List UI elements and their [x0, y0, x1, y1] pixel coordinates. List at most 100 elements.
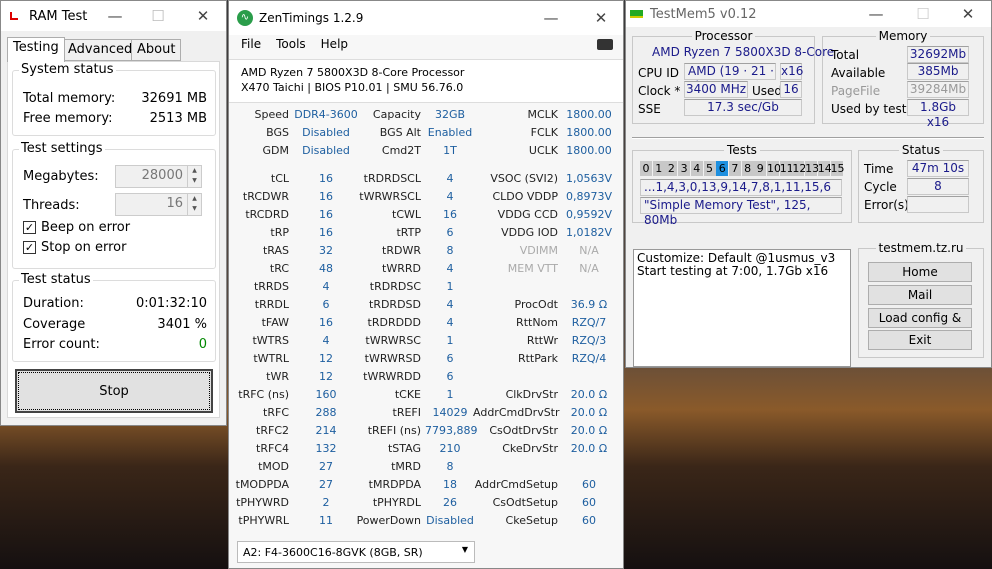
group-title: Processor [691, 29, 756, 43]
timing-value: 4 [446, 262, 454, 275]
timing-value: 6 [446, 352, 454, 365]
threads-input[interactable]: 16 ▲ ▼ [115, 193, 202, 216]
cpu-name: AMD Ryzen 7 5800X3D 8-Core Processor [241, 66, 465, 79]
timing-value: 8 [446, 460, 454, 473]
menu-help[interactable]: Help [321, 37, 348, 51]
checkbox-label: Beep on error [41, 220, 131, 235]
chevron-down-icon: ▼ [461, 545, 468, 554]
timing-label: tPHYWRL [238, 514, 289, 527]
tab-testing[interactable]: Testing [7, 37, 65, 62]
beep-on-error-checkbox[interactable]: ✓ Beep on error [23, 220, 130, 235]
free-memory-label: Free memory: [23, 111, 113, 126]
minimize-button[interactable]: — [93, 1, 137, 31]
group-title: Status [898, 143, 944, 157]
timing-value: 0,9592V [565, 208, 612, 221]
timing-label: tMOD [258, 460, 289, 473]
close-button[interactable]: ✕ [579, 3, 623, 33]
group-title: testmem.tz.ru [875, 241, 967, 255]
timing-value: 16 [443, 208, 457, 221]
sse-label: SSE [638, 102, 661, 116]
timing-label: BGS Alt [379, 126, 421, 139]
time-label: Time [864, 162, 894, 176]
test-number: 15 [830, 161, 845, 176]
timing-label: tCWL [392, 208, 421, 221]
timing-value: 1,0563V [565, 172, 612, 185]
title-bar: RAM Test — ☐ ✕ [1, 1, 226, 31]
separator [632, 137, 984, 139]
timing-label: tMRDPDA [368, 478, 421, 491]
timing-label: tRDRDSC [369, 280, 421, 293]
timing-label: tWRWRSCL [359, 190, 421, 203]
exit-button[interactable]: Exit [868, 330, 972, 350]
timing-value: 4 [446, 190, 454, 203]
spin-arrows-icon[interactable]: ▲ ▼ [187, 166, 201, 187]
tab-advanced[interactable]: Advanced [62, 39, 139, 61]
megabytes-input[interactable]: 28000 ▲ ▼ [115, 165, 202, 188]
timing-label: tWRWRDD [363, 370, 421, 383]
timing-label: tMRD [391, 460, 421, 473]
menu-tools[interactable]: Tools [276, 37, 306, 51]
timing-label: tRCDWR [242, 190, 289, 203]
stop-button[interactable]: Stop [15, 369, 213, 413]
threads-value: x16 [780, 63, 804, 80]
group-title: Test status [19, 272, 93, 287]
timing-value: 1T [443, 144, 457, 157]
test-number: 12 [792, 161, 807, 176]
test-number: 11 [779, 161, 794, 176]
timing-value: 1 [446, 280, 454, 293]
timing-value: 20.0 Ω [570, 388, 608, 401]
log-line: Start testing at 7:00, 1.7Gb x16 [637, 264, 829, 278]
load-config-exit-button[interactable]: Load config & exit [868, 308, 972, 343]
title-bar: TestMem5 v0.12 — ☐ ✕ [626, 1, 991, 27]
timing-value: N/A [579, 244, 599, 257]
timing-value: 1800.00 [566, 108, 612, 121]
timing-label: PowerDown [356, 514, 421, 527]
maximize-button[interactable]: ☐ [901, 0, 945, 29]
timing-value: 18 [443, 478, 457, 491]
board-info: X470 Taichi | BIOS P10.01 | SMU 56.76.0 [241, 81, 464, 94]
timing-label: VDIMM [519, 244, 558, 257]
timing-value: 36.9 Ω [570, 298, 608, 311]
timing-label: tWTRS [252, 334, 289, 347]
screenshot-camera-icon[interactable] [597, 39, 613, 50]
tab-about[interactable]: About [131, 39, 182, 61]
timing-value: 20.0 Ω [570, 406, 608, 419]
minimize-button[interactable]: — [854, 0, 898, 29]
timing-label: FCLK [530, 126, 558, 139]
timing-value: 14029 [432, 406, 468, 419]
timing-label: tPHYWRD [236, 496, 289, 509]
timing-label: tRC [269, 262, 289, 275]
timing-value: RZQ/7 [571, 316, 607, 329]
test-number: 2 [665, 161, 678, 176]
close-button[interactable]: ✕ [946, 0, 990, 29]
timing-value: 20.0 Ω [570, 442, 608, 455]
test-number: 0 [640, 161, 652, 176]
timing-label: tRDRDSCL [363, 172, 421, 185]
dimm-select[interactable]: A2: F4-3600C16-8GVK (8GB, SR) ▼ [237, 541, 475, 563]
minimize-button[interactable]: — [529, 3, 573, 33]
test-number: 13 [805, 161, 820, 176]
zentimings-logo-icon: ∿ [237, 10, 253, 26]
test-number: 7 [728, 161, 741, 176]
group-title: Test settings [19, 141, 105, 156]
available-label: Available [831, 66, 886, 80]
window-title: TestMem5 v0.12 [650, 6, 757, 22]
timing-label: Cmd2T [381, 144, 421, 157]
log-box[interactable]: Customize: Default @1usmus_v3 Start test… [633, 249, 851, 367]
close-button[interactable]: ✕ [181, 1, 225, 31]
timing-label: VSOC (SVI2) [490, 172, 558, 185]
mail-button[interactable]: Mail [868, 285, 972, 305]
menu-file[interactable]: File [241, 37, 261, 51]
maximize-button[interactable]: ☐ [136, 1, 180, 31]
timing-label: tRP [270, 226, 289, 239]
spin-arrows-icon[interactable]: ▲ ▼ [187, 194, 201, 215]
timing-label: VDDG IOD [501, 226, 558, 239]
stop-on-error-checkbox[interactable]: ✓ Stop on error [23, 240, 126, 255]
timing-value: 7793,889 [425, 424, 478, 437]
megabytes-value: 28000 [141, 168, 183, 183]
timing-label: tWTRL [253, 352, 289, 365]
pagefile-value: 39284Mb [907, 81, 969, 98]
used-value: 16 [780, 81, 802, 98]
home-button[interactable]: Home [868, 262, 972, 282]
timing-label: tRDRDSD [369, 298, 421, 311]
